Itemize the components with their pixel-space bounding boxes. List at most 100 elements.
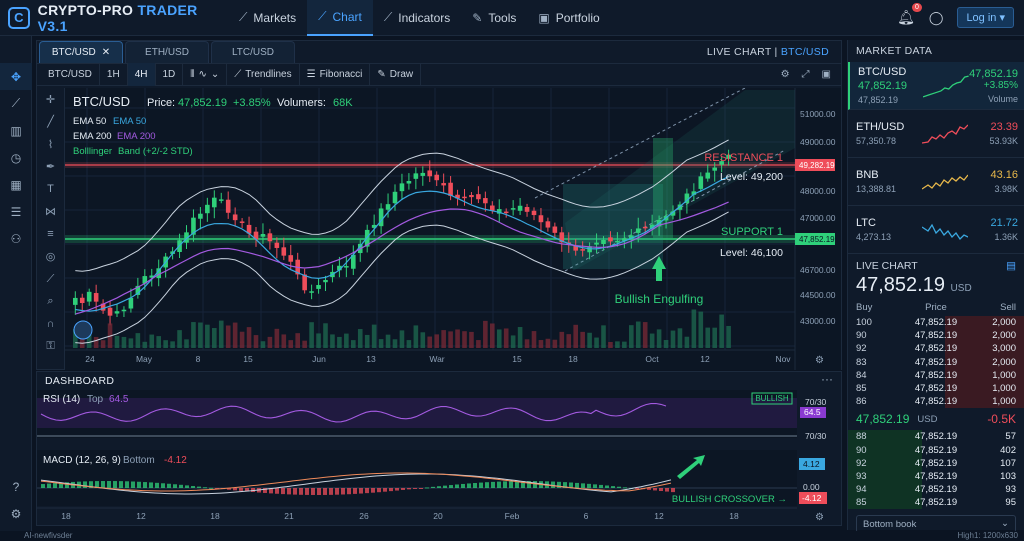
- candle-body: [73, 297, 78, 305]
- volume-bar: [587, 332, 592, 348]
- macd-hist-bar: [155, 482, 159, 488]
- market-item-btc-usd[interactable]: BTC/USD 47,852.19 47,852.19 47,852.19 +3.85%…: [848, 62, 1024, 110]
- candle-body: [114, 311, 120, 314]
- copy-icon[interactable]: ▤: [1006, 260, 1016, 272]
- orderbook-row[interactable]: 88 47,852.19 57: [848, 430, 1024, 444]
- orderbook-row[interactable]: 85 47,852.19 95: [848, 496, 1024, 510]
- ob-sell: 95: [1005, 497, 1016, 509]
- macd-hist-bar: [293, 488, 297, 495]
- interval-1h[interactable]: 1H: [100, 63, 128, 86]
- nav-indicators[interactable]: ⟋ Indicators: [373, 0, 461, 36]
- orderbook-row[interactable]: 92 47,852.19 3,000: [848, 342, 1024, 356]
- volume-bar: [281, 334, 287, 348]
- pen-icon[interactable]: ✒: [37, 156, 64, 179]
- user-icon[interactable]: ◯: [929, 10, 944, 26]
- bar-chart-icon[interactable]: ▥: [0, 117, 32, 144]
- interval-1d[interactable]: 1D: [156, 63, 184, 86]
- tab-label: LTC/USD: [231, 47, 275, 58]
- text-icon[interactable]: T: [37, 178, 64, 201]
- nav-tools[interactable]: ✎ Tools: [461, 0, 527, 36]
- calendar-icon[interactable]: ▦: [0, 171, 32, 198]
- orderbook-row[interactable]: 90 47,852.19 402: [848, 443, 1024, 457]
- fib-icon[interactable]: ≡: [37, 223, 64, 246]
- zoom-icon[interactable]: ⌕: [37, 291, 64, 314]
- candle-body: [712, 167, 717, 171]
- shapes-icon[interactable]: ◎: [37, 246, 64, 269]
- indicators-chart[interactable]: RSI (14) Top 64.5 BULLISH 70/3064.570/30MACD…: [37, 388, 841, 526]
- close-icon[interactable]: ✕: [102, 47, 110, 58]
- trend-icon[interactable]: ⟋: [0, 90, 32, 117]
- ob-buy: 92: [856, 457, 867, 469]
- y-tick-label: 49000.00: [800, 137, 836, 147]
- candle-body: [302, 274, 307, 291]
- candle-body: [608, 237, 613, 242]
- macd-hist-bar: [347, 488, 351, 495]
- orderbook-row[interactable]: 85 47,852.19 1,000: [848, 381, 1024, 396]
- bell-icon: 🔔︎: [897, 9, 915, 25]
- orderbook-row[interactable]: 84 47,852.19 1,000: [848, 368, 1024, 382]
- crosshair-icon[interactable]: ✛: [37, 88, 64, 111]
- orderbook-row[interactable]: 93 47,852.19 103: [848, 469, 1024, 484]
- candle-body: [635, 228, 641, 233]
- volume-bar: [594, 337, 599, 348]
- orderbook-row[interactable]: 92 47,852.19 107: [848, 456, 1024, 470]
- macd-tag-down-text: -4.12: [802, 493, 822, 503]
- pattern-icon[interactable]: ⋈: [37, 201, 64, 224]
- draw-button[interactable]: ✎ Draw: [370, 63, 422, 86]
- magnet-icon[interactable]: ∩: [37, 313, 64, 336]
- settings-icon[interactable]: ⚙: [0, 500, 32, 527]
- line-tool-icon[interactable]: ╱: [37, 111, 64, 134]
- more-icon[interactable]: ···: [821, 372, 833, 386]
- orderbook-row[interactable]: 83 47,852.19 2,000: [848, 355, 1024, 369]
- macd-hist-bar: [323, 488, 327, 495]
- help-icon[interactable]: ?: [0, 473, 32, 500]
- candle-body: [274, 242, 280, 248]
- rsi-level-low: 70/30: [805, 431, 827, 441]
- ruler-icon[interactable]: ⟋: [37, 268, 64, 291]
- orderbook-row[interactable]: 86 47,852.19 1,000: [848, 395, 1024, 409]
- login-button[interactable]: Log in ▾: [957, 7, 1014, 28]
- market-item-bnb[interactable]: BNB 13,388.81 43.16 3.98K: [848, 158, 1024, 206]
- user-icon[interactable]: ⚇: [0, 225, 32, 252]
- market-item-ltc[interactable]: LTC 4,273.13 21.72 1.36K: [848, 206, 1024, 254]
- volume-bar: [232, 322, 238, 348]
- candle-body: [406, 180, 412, 184]
- tab-ltcusd[interactable]: LTC/USD: [211, 41, 295, 63]
- volume-bar: [635, 321, 641, 348]
- orderbook-row[interactable]: 100 47,852.19 2,000: [848, 316, 1024, 330]
- settings-icon[interactable]: ⚙: [781, 69, 790, 80]
- orderbook-row[interactable]: 90 47,852.19 2,000: [848, 329, 1024, 343]
- candle-body: [698, 176, 704, 189]
- nav-chart[interactable]: ⟋ Chart: [307, 0, 373, 36]
- dash-x-tick: 21: [284, 511, 294, 521]
- macd-hist-bar: [371, 488, 375, 493]
- lock-icon[interactable]: ⚿: [37, 336, 64, 359]
- list-icon[interactable]: ☰: [0, 198, 32, 225]
- clock-icon[interactable]: ◷: [0, 144, 32, 171]
- candle-body: [503, 211, 509, 214]
- macd-hist-bar: [203, 487, 207, 489]
- nav-portfolio[interactable]: ▣ Portfolio: [527, 0, 610, 36]
- tab-ethusd[interactable]: ETH/USD: [125, 41, 209, 63]
- tab-btcusd[interactable]: BTC/USD ✕: [39, 41, 123, 63]
- macd-tag-zero: 0.00: [803, 482, 820, 492]
- candle-type-button[interactable]: ⫴ ∿ ⌄: [183, 63, 228, 86]
- fullscreen-icon[interactable]: ⤢: [802, 69, 810, 80]
- interval-4h[interactable]: 4H: [127, 63, 156, 86]
- volume-bar: [531, 331, 537, 348]
- price-chart[interactable]: 51000.00 49000.00 48000.00 47000.00 46700.00…: [65, 88, 841, 370]
- fibonacci-button[interactable]: ☰ Fibonacci: [300, 63, 371, 86]
- market-item-eth-usd[interactable]: ETH/USD 57,350.78 23.39 53.93K: [848, 110, 1024, 158]
- notifications-button[interactable]: 🔔︎ 0: [897, 3, 922, 26]
- orderbook-row[interactable]: 94 47,852.19 93: [848, 483, 1024, 497]
- nav-markets[interactable]: ⟋ Markets: [228, 0, 307, 36]
- symbol-select[interactable]: BTC/USD: [41, 63, 100, 86]
- camera-icon[interactable]: ▣: [822, 69, 831, 80]
- candle-body: [538, 215, 544, 223]
- brush-icon[interactable]: ⌇: [37, 133, 64, 156]
- logo[interactable]: C CRYPTO-PRO TRADER V3.1: [8, 2, 228, 34]
- macd-hist-bar: [605, 485, 609, 488]
- crosshair-icon[interactable]: ✥: [0, 63, 32, 90]
- macd-hist-bar: [575, 482, 579, 488]
- trendlines-button[interactable]: ⟋ Trendlines: [227, 63, 300, 86]
